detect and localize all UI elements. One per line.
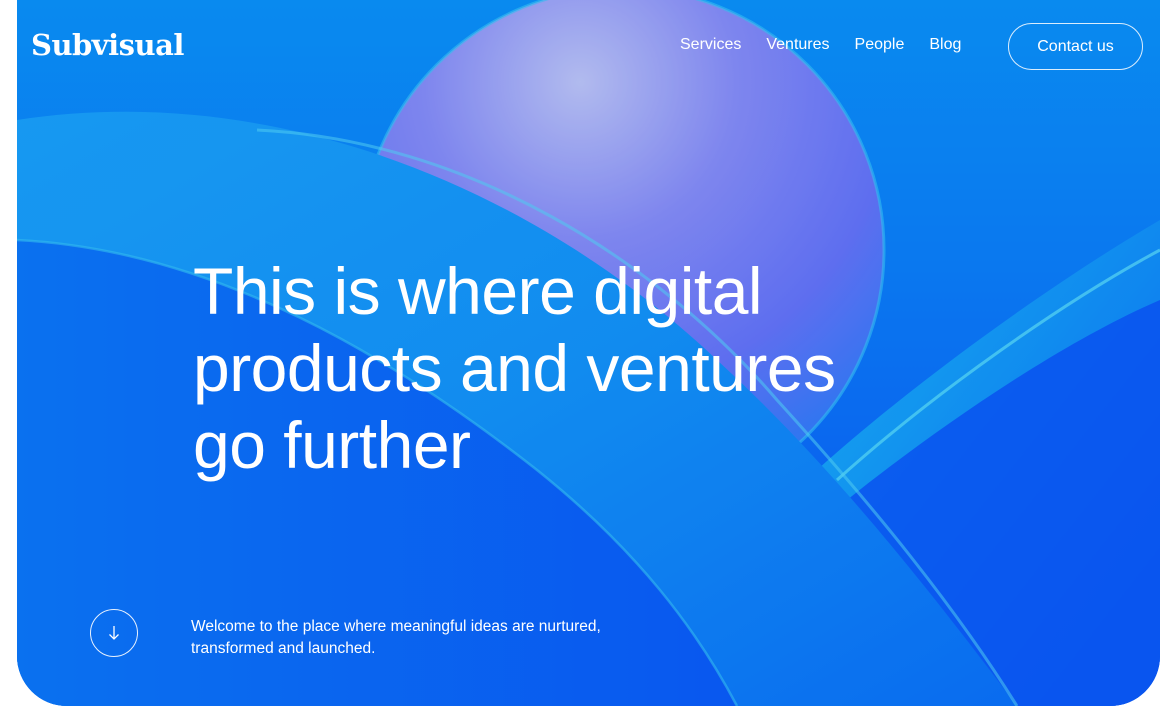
headline-line-3: go further [193, 408, 471, 482]
headline-line-2: products and ventures [193, 331, 836, 405]
scroll-down-button[interactable] [90, 609, 138, 657]
contact-us-button[interactable]: Contact us [1008, 23, 1143, 70]
brand-logo[interactable]: Subvisual [31, 28, 184, 62]
hero-section: Subvisual Services Ventures People Blog … [17, 0, 1160, 706]
nav-link-ventures[interactable]: Ventures [766, 36, 829, 54]
hero-headline: This is where digital products and ventu… [193, 253, 953, 484]
tagline-line-1: Welcome to the place where meaningful id… [191, 618, 601, 635]
nav-link-services[interactable]: Services [680, 36, 741, 54]
nav-link-blog[interactable]: Blog [929, 36, 961, 54]
arrow-down-icon [109, 626, 119, 640]
hero-tagline: Welcome to the place where meaningful id… [191, 616, 601, 660]
tagline-line-2: transformed and launched. [191, 640, 376, 657]
nav-link-people[interactable]: People [855, 36, 905, 54]
main-nav: Services Ventures People Blog [680, 36, 986, 54]
contact-us-label: Contact us [1037, 37, 1114, 55]
headline-line-1: This is where digital [193, 254, 763, 328]
